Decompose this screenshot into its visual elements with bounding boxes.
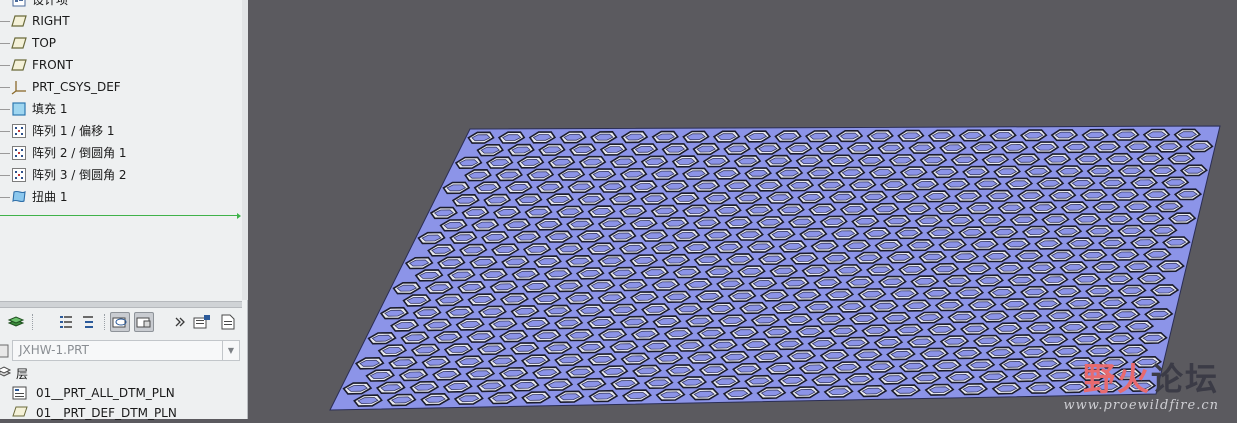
tree-item-fill-1[interactable]: 填充 1 (0, 98, 242, 120)
tree-item-label: 阵列 1 / 偏移 1 (32, 124, 115, 138)
tree-item-label: 阵列 2 / 倒圆角 1 (32, 146, 127, 160)
model-tree: 设计项 RIGHT TOP FRONT PRT_CSYS_DEF 填充 1 阵列… (0, 0, 242, 300)
tree-item-top[interactable]: TOP (0, 32, 242, 54)
graphics-viewport[interactable]: 野火论坛 www.proewildfire.cn (249, 0, 1237, 419)
watermark-text-b: 论坛 (1150, 360, 1219, 398)
tree-list-icon[interactable] (56, 312, 76, 332)
datum-plane-icon (11, 13, 27, 29)
watermark-title: 野火论坛 (1064, 360, 1219, 398)
active-model-value: JXHW-1.PRT (19, 343, 89, 357)
tree-item-warp-1[interactable]: 扭曲 1 (0, 186, 242, 208)
layer-settings-icon[interactable] (192, 312, 212, 332)
hexagon-mesh-part (329, 125, 1221, 411)
layer-toolbar (0, 308, 242, 336)
layer-item[interactable]: 01__PRT_ALL_DTM_PLN (0, 383, 242, 403)
model-icon (0, 344, 10, 358)
fill-feature-icon (11, 101, 27, 117)
insert-here-marker[interactable] (0, 213, 241, 219)
layer-properties-icon[interactable] (134, 312, 154, 332)
chevron-down-icon[interactable]: ▼ (222, 341, 239, 360)
pattern-icon (11, 145, 27, 161)
more-tools-icon[interactable] (170, 312, 190, 332)
layer-icon (12, 385, 28, 401)
warp-icon (11, 189, 27, 205)
forum-watermark: 野火论坛 www.proewildfire.cn (1064, 360, 1219, 413)
tree-item-right[interactable]: RIGHT (0, 10, 242, 32)
tree-item-front[interactable]: FRONT (0, 54, 242, 76)
panel-splitter[interactable] (0, 301, 242, 308)
design-items-icon (11, 0, 27, 8)
coordinate-system-icon (11, 79, 27, 95)
active-model-select[interactable]: JXHW-1.PRT ▼ (12, 340, 240, 361)
watermark-url: www.proewildfire.cn (1063, 398, 1219, 413)
tree-item-label: PRT_CSYS_DEF (32, 80, 121, 94)
tree-item-pattern-1[interactable]: 阵列 1 / 偏移 1 (0, 120, 242, 142)
layer-header-label: 层 (16, 367, 29, 381)
datum-plane-icon (11, 57, 27, 73)
left-panel: 设计项 RIGHT TOP FRONT PRT_CSYS_DEF 填充 1 阵列… (0, 0, 248, 420)
datum-plane-icon (11, 35, 27, 51)
tree-item-label: FRONT (32, 58, 73, 72)
layer-visibility-icon[interactable] (110, 312, 130, 332)
layers-icon[interactable] (6, 312, 26, 332)
expand-list-icon[interactable] (78, 312, 98, 332)
layer-label: 01__PRT_DEF_DTM_PLN (36, 406, 177, 420)
layer-group-icon (0, 364, 12, 380)
layer-label: 01__PRT_ALL_DTM_PLN (36, 386, 175, 400)
pattern-icon (11, 167, 27, 183)
tree-item-pattern-3[interactable]: 阵列 3 / 倒圆角 2 (0, 164, 242, 186)
watermark-text-a: 野火 (1082, 360, 1151, 398)
tree-item-label: RIGHT (32, 14, 70, 28)
layer-item[interactable]: 01__PRT_DEF_DTM_PLN (0, 403, 242, 423)
layer-tree-header[interactable]: 层 (0, 362, 242, 382)
tree-scrollbar[interactable] (242, 0, 248, 300)
tree-item-label: 阵列 3 / 倒圆角 2 (32, 168, 127, 182)
tree-item-csys[interactable]: PRT_CSYS_DEF (0, 76, 242, 98)
pattern-icon (11, 123, 27, 139)
tree-item-label: TOP (32, 36, 57, 50)
document-icon[interactable] (218, 312, 238, 332)
tree-item-pattern-2[interactable]: 阵列 2 / 倒圆角 1 (0, 142, 242, 164)
tree-item-label: 扭曲 1 (32, 190, 68, 204)
tree-item-label: 填充 1 (32, 102, 68, 116)
tree-item-label: 设计项 (32, 0, 69, 7)
